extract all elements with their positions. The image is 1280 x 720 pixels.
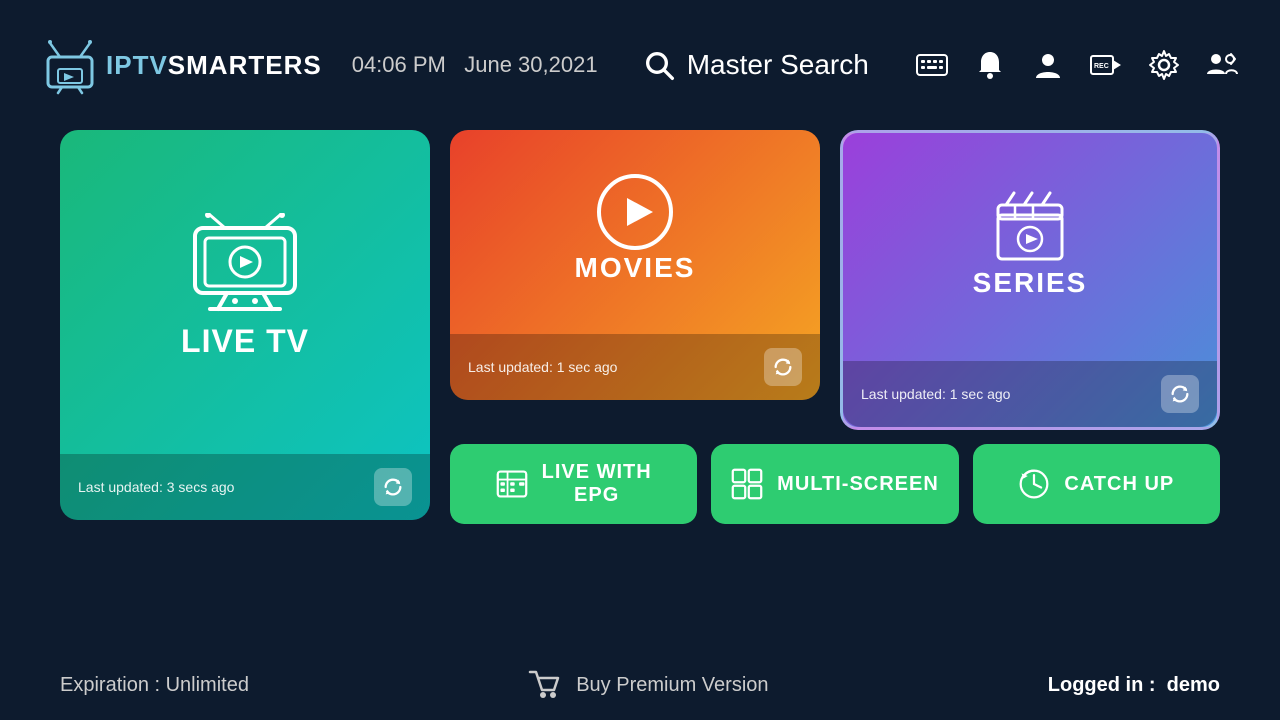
buy-premium-label: Buy Premium Version: [576, 674, 768, 697]
live-epg-button[interactable]: LIVE WITH EPG: [450, 444, 697, 524]
bell-icon: [973, 48, 1007, 82]
live-tv-refresh-button[interactable]: [374, 468, 412, 506]
bottom-buttons: LIVE WITH EPG MULTI-SCREEN: [450, 444, 1220, 524]
series-refresh-button[interactable]: [1161, 375, 1199, 413]
svg-text:REC: REC: [1094, 63, 1109, 70]
settings-icon-button[interactable]: [1146, 47, 1182, 83]
series-clapper-icon: [990, 187, 1070, 267]
logo-smarters: SMARTERS: [168, 50, 322, 80]
multi-screen-button[interactable]: MULTI-SCREEN: [711, 444, 958, 524]
notification-icon-button[interactable]: [972, 47, 1008, 83]
switch-user-icon-button[interactable]: [1204, 47, 1240, 83]
logo-icon: [40, 35, 100, 95]
movies-title: MOVIES: [575, 252, 696, 284]
live-tv-footer: Last updated: 3 secs ago: [60, 454, 430, 520]
live-epg-label-line1: LIVE WITH: [542, 461, 652, 484]
main-content: LIVE TV Last updated: 3 secs ago: [0, 130, 1280, 524]
gear-icon: [1147, 48, 1181, 82]
search-icon: [643, 49, 675, 81]
movies-card[interactable]: MOVIES Last updated: 1 sec ago: [450, 130, 820, 400]
users-switch-icon: [1205, 48, 1239, 82]
date: June 30,2021: [464, 52, 597, 77]
logo-area: IPTVSMARTERS: [40, 35, 322, 95]
movies-footer: Last updated: 1 sec ago: [450, 334, 820, 400]
header-center: Master Search: [598, 49, 914, 81]
live-tv-icon: [180, 213, 310, 323]
rec-icon-button[interactable]: REC: [1088, 47, 1124, 83]
epg-icon-button[interactable]: [914, 47, 950, 83]
master-search-button[interactable]: Master Search: [643, 49, 869, 81]
top-right-row: MOVIES Last updated: 1 sec ago: [450, 130, 1220, 430]
header: IPTVSMARTERS 04:06 PM June 30,2021 Maste…: [0, 0, 1280, 130]
refresh-icon: [772, 356, 794, 378]
live-tv-icon-area: LIVE TV: [180, 130, 310, 454]
record-icon: REC: [1089, 48, 1123, 82]
keyboard-icon: [915, 48, 949, 82]
movies-refresh-button[interactable]: [764, 348, 802, 386]
live-epg-label-line2: EPG: [574, 484, 619, 507]
multi-screen-icon: [731, 468, 763, 500]
logged-in-user: demo: [1167, 674, 1220, 696]
live-tv-card[interactable]: LIVE TV Last updated: 3 secs ago: [60, 130, 430, 520]
user-icon: [1031, 48, 1065, 82]
movies-last-updated: Last updated: 1 sec ago: [468, 359, 617, 375]
logged-in-area: Logged in : demo: [1048, 674, 1220, 697]
live-epg-icon: [496, 468, 528, 500]
search-label: Master Search: [687, 49, 869, 81]
logo-iptv: IPTV: [106, 50, 168, 80]
buy-premium-button[interactable]: Buy Premium Version: [528, 668, 768, 702]
datetime: 04:06 PM June 30,2021: [352, 52, 598, 78]
catch-up-icon: [1018, 468, 1050, 500]
movies-icon-area: MOVIES: [575, 130, 696, 334]
live-tv-last-updated: Last updated: 3 secs ago: [78, 479, 234, 495]
multi-screen-label: MULTI-SCREEN: [777, 473, 939, 496]
live-tv-title: LIVE TV: [181, 323, 309, 360]
user-icon-button[interactable]: [1030, 47, 1066, 83]
series-last-updated: Last updated: 1 sec ago: [861, 386, 1010, 402]
series-icon-area: SERIES: [973, 133, 1088, 361]
catch-up-button[interactable]: CATCH UP: [973, 444, 1220, 524]
cards-row: LIVE TV Last updated: 3 secs ago: [60, 130, 1220, 524]
time: 04:06 PM: [352, 52, 446, 77]
catch-up-label: CATCH UP: [1064, 473, 1174, 496]
header-icons: REC: [914, 47, 1240, 83]
logged-in-text: Logged in : demo: [1048, 674, 1220, 696]
refresh-icon: [382, 476, 404, 498]
series-title: SERIES: [973, 267, 1088, 299]
refresh-icon: [1169, 383, 1191, 405]
logged-in-label: Logged in :: [1048, 674, 1156, 696]
footer: Expiration : Unlimited Buy Premium Versi…: [0, 668, 1280, 702]
expiration-text: Expiration : Unlimited: [60, 674, 249, 697]
movies-play-icon: [595, 172, 675, 252]
series-card[interactable]: SERIES Last updated: 1 sec ago: [840, 130, 1220, 430]
right-column: MOVIES Last updated: 1 sec ago: [450, 130, 1220, 524]
series-footer: Last updated: 1 sec ago: [843, 361, 1217, 427]
cart-icon: [528, 668, 562, 702]
